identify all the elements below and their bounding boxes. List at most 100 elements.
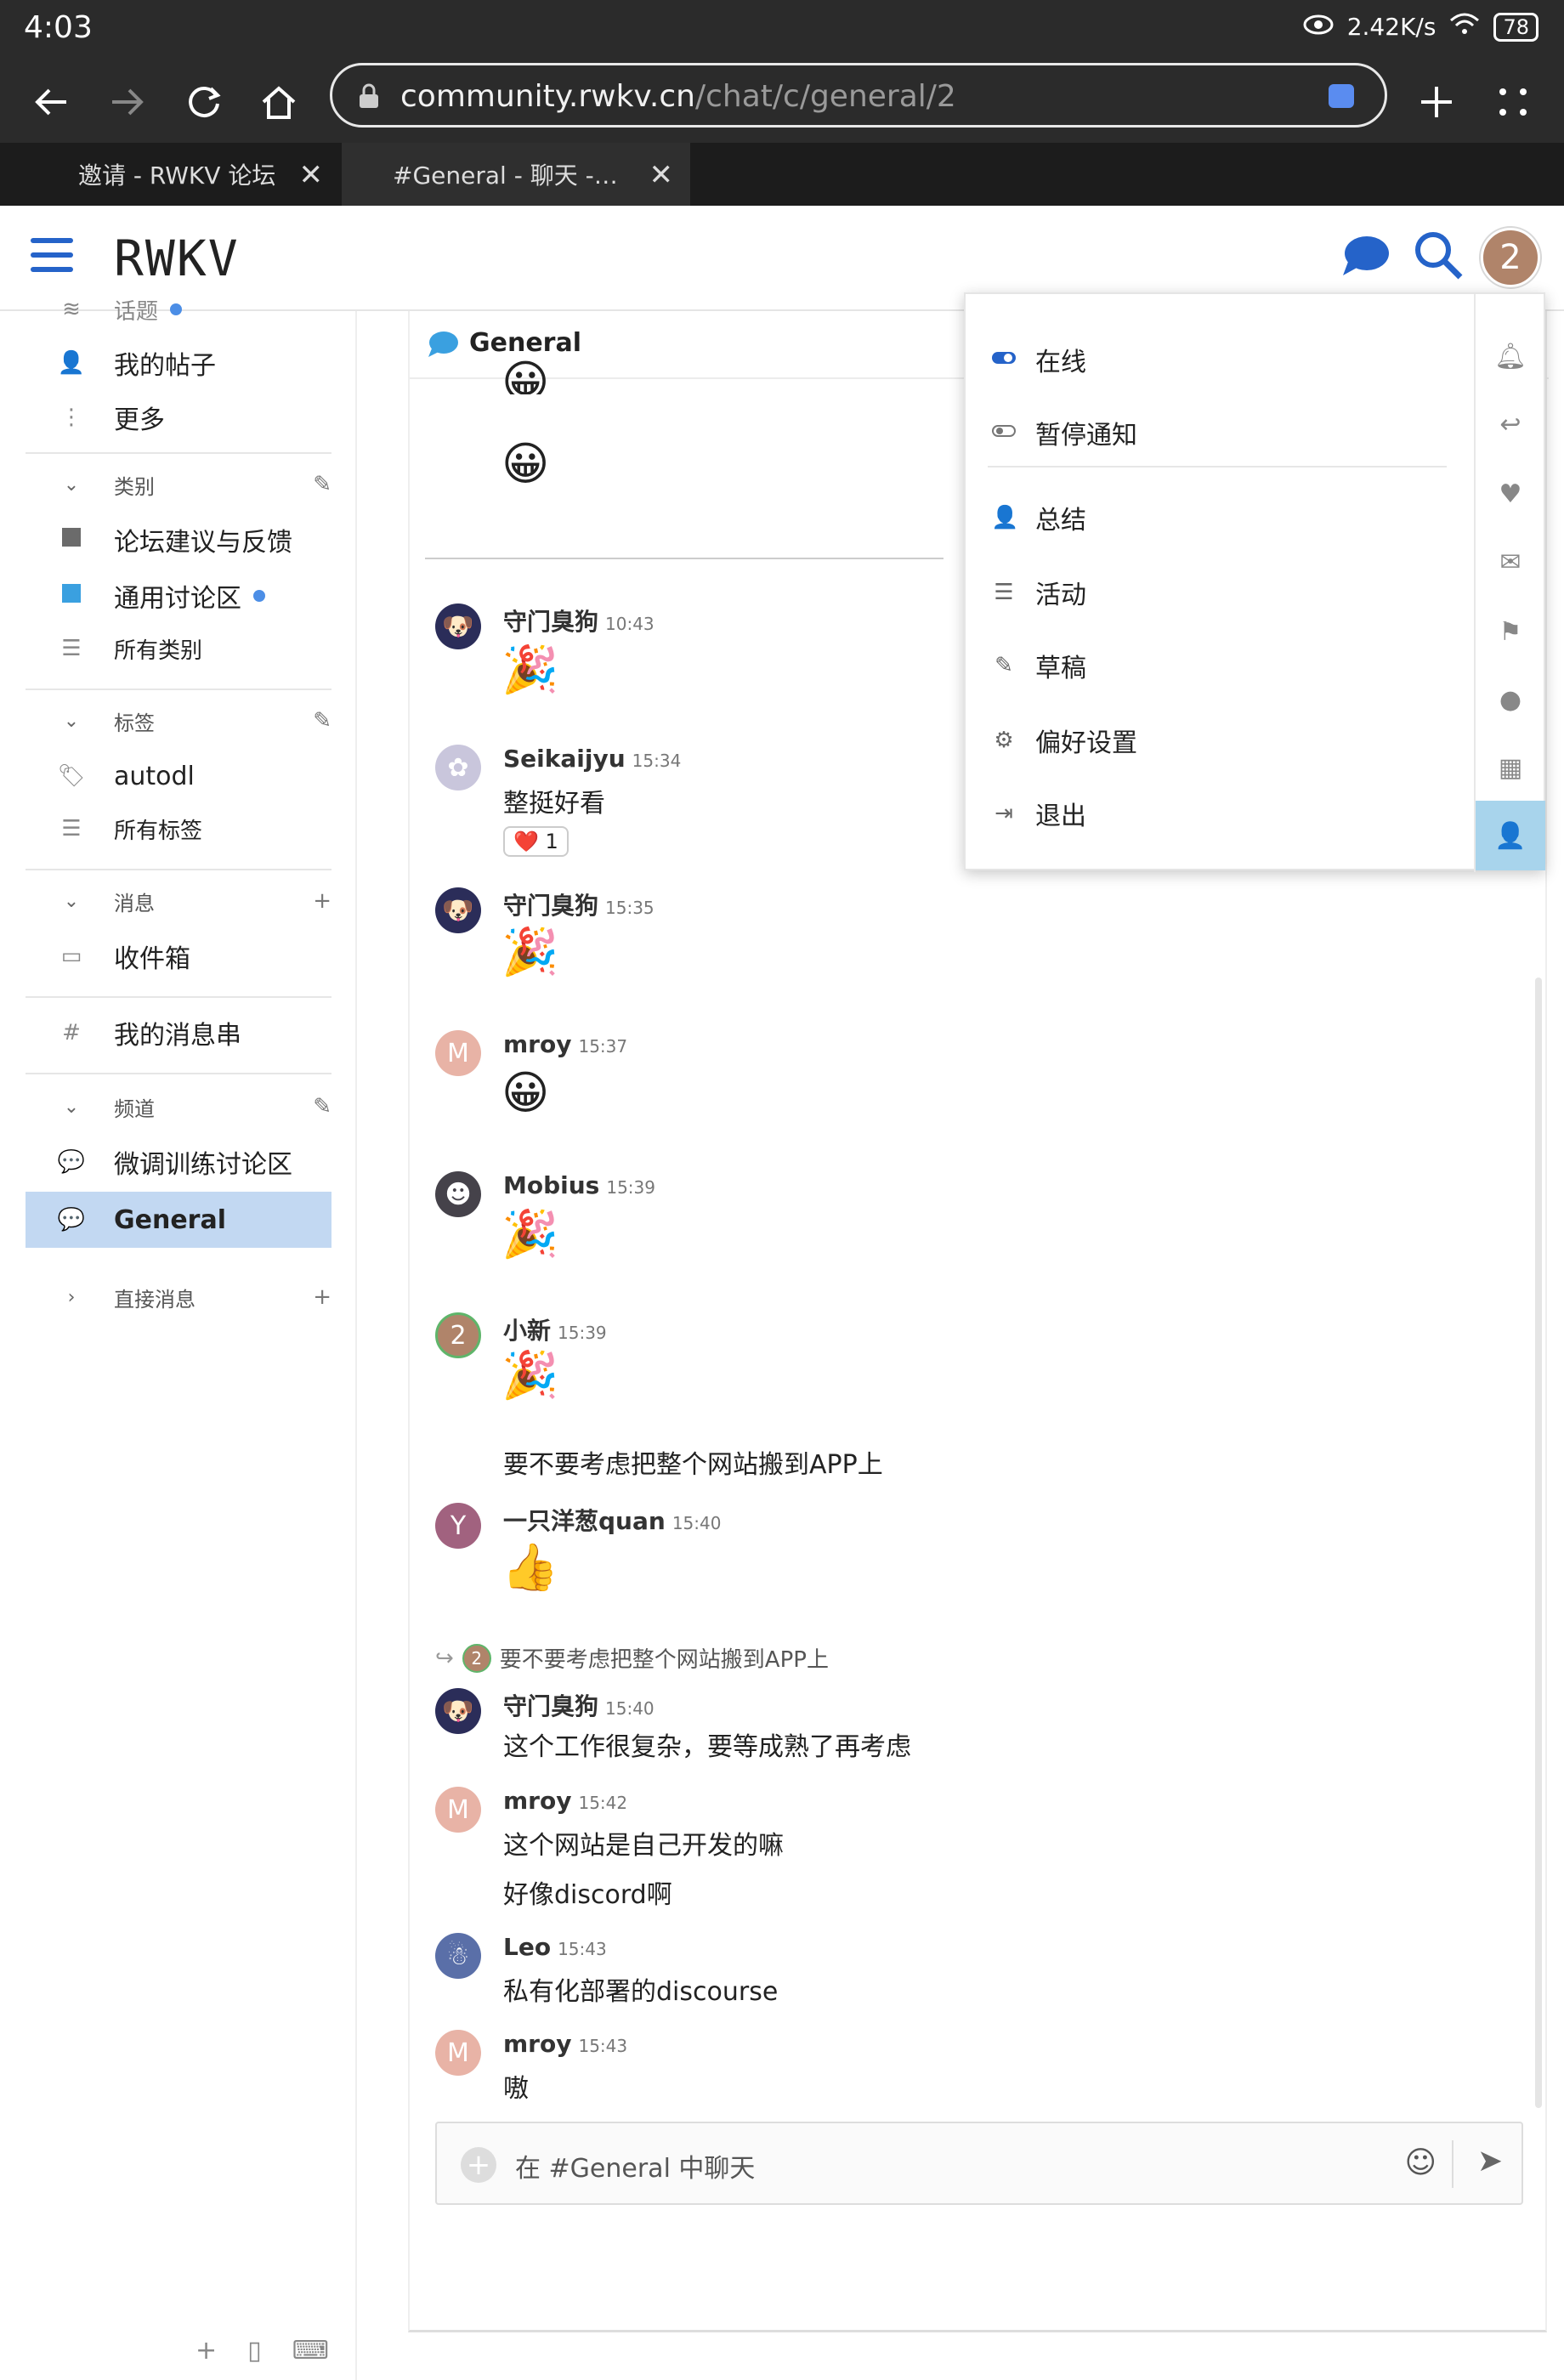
menu-item-drafts[interactable]: ✎ 草稿 (991, 636, 1450, 695)
menu-item-online[interactable]: 在线 (991, 330, 1450, 389)
reply-context[interactable]: ↪ 2 要不要考虑把整个网站搬到APP上 (435, 1642, 829, 1674)
new-tab-icon[interactable] (1409, 75, 1464, 129)
close-icon[interactable]: ✕ (649, 158, 674, 192)
list-icon: ☰ (61, 636, 82, 661)
plus-icon[interactable]: + (461, 2147, 496, 2183)
plus-icon[interactable]: + (196, 2336, 217, 2366)
heart-icon[interactable]: ♥ (1476, 459, 1545, 529)
menu-item-label: 退出 (1035, 802, 1086, 831)
sidebar-item-all-tags[interactable]: ☰ 所有标签 (26, 802, 332, 855)
chat-composer[interactable]: + 在 #General 中聊天 ☺ ➤ (435, 2122, 1523, 2205)
pencil-icon[interactable]: ✎ (313, 472, 332, 497)
list-icon: ☰ (61, 816, 82, 842)
section-header-direct-messages[interactable]: › 直接消息 + (26, 1275, 332, 1319)
message-author[interactable]: 守门臭狗 (503, 608, 598, 636)
sidebar-item-inbox[interactable]: ▭ 收件箱 (26, 930, 332, 983)
chat-bubble-icon[interactable] (1341, 233, 1391, 284)
sidebar-item-tag-autodl[interactable]: 🏷 autodl (26, 750, 332, 802)
tabs-overview-icon[interactable] (1486, 75, 1540, 129)
avatar[interactable]: M (435, 1787, 481, 1833)
message-author[interactable]: 一只洋葱quan (503, 1507, 666, 1535)
message-author[interactable]: 守门臭狗 (503, 1692, 598, 1720)
hamburger-menu-icon[interactable] (31, 238, 73, 275)
send-icon[interactable]: ➤ (1477, 2144, 1503, 2179)
home-icon[interactable] (252, 75, 306, 129)
mobile-view-icon[interactable]: ▯ (247, 2336, 262, 2366)
message-author[interactable]: mroy (503, 1030, 571, 1058)
section-header-channels[interactable]: ⌄ 频道 ✎ (26, 1085, 332, 1129)
close-icon[interactable]: ✕ (299, 158, 324, 192)
avatar[interactable]: 2 (435, 1312, 481, 1358)
forward-icon[interactable] (100, 75, 155, 129)
avatar[interactable]: ✿ (435, 745, 481, 790)
ellipsis-vertical-icon: ⋮ (60, 405, 82, 430)
envelope-icon[interactable]: ✉ (1476, 527, 1545, 597)
sidebar-item-label: 我的帖子 (114, 351, 216, 381)
message-author[interactable]: mroy (503, 1787, 571, 1815)
date-divider (425, 558, 944, 559)
message-author[interactable]: Seikaijyu (503, 745, 626, 773)
scrollbar[interactable] (1535, 978, 1542, 2108)
avatar[interactable]: 🐶 (435, 887, 481, 933)
menu-item-preferences[interactable]: ⚙ 偏好设置 (991, 711, 1450, 770)
plus-icon[interactable]: + (313, 1284, 332, 1310)
message-author[interactable]: mroy (503, 2030, 571, 2058)
search-icon[interactable] (1413, 230, 1464, 284)
keyboard-icon[interactable]: ⌨ (292, 2336, 329, 2366)
sidebar-item-topics[interactable]: ≋ 话题 (26, 292, 332, 326)
browser-tab-general[interactable]: #General - 聊天 -… ✕ (342, 143, 690, 206)
avatar[interactable]: 🐶 (435, 1688, 481, 1734)
sidebar-item-channel-finetune[interactable]: 💬 微调训练讨论区 (26, 1136, 332, 1188)
sidebar-item-more[interactable]: ⋮ 更多 (26, 391, 332, 444)
sidebar-item-all-categories[interactable]: ☰ 所有类别 (26, 622, 332, 675)
chat-bubble-icon[interactable]: ● (1476, 665, 1545, 734)
address-bar[interactable]: community.rwkv.cn/chat/c/general/2 (330, 63, 1387, 128)
section-header-messages[interactable]: ⌄ 消息 + (26, 879, 332, 923)
toggle-on-icon (991, 347, 1017, 372)
user-avatar[interactable]: 2 (1481, 228, 1540, 287)
emoji-grinning: 😀 (502, 1066, 550, 1119)
menu-item-pause-notifications[interactable]: 暂停通知 (991, 403, 1450, 462)
user-profile-tab-icon[interactable]: 👤 (1476, 801, 1545, 870)
section-header-categories[interactable]: ⌄ 类别 ✎ (26, 462, 332, 507)
bell-icon[interactable]: 🔔︎ (1476, 321, 1545, 391)
menu-item-logout[interactable]: ⇥ 退出 (991, 784, 1450, 843)
url-path: /chat/c/general/2 (694, 79, 956, 114)
reload-icon[interactable] (177, 75, 231, 129)
avatar[interactable]: ☃ (435, 1933, 481, 1979)
avatar[interactable]: 🐶 (435, 604, 481, 649)
network-speed: 2.42K/s (1346, 13, 1436, 41)
badges-icon[interactable]: ▦ (1476, 733, 1545, 802)
bookmark-icon[interactable]: ⚑ (1476, 597, 1545, 666)
reply-icon[interactable]: ↩ (1476, 389, 1545, 459)
reaction-heart[interactable]: ❤️ 1 (503, 826, 569, 857)
site-logo[interactable]: RWKV (114, 230, 240, 287)
pencil-icon[interactable]: ✎ (313, 1094, 332, 1119)
extension-icon[interactable] (1329, 84, 1354, 108)
plus-icon[interactable]: + (313, 888, 332, 914)
sidebar-item-label: 论坛建议与反馈 (114, 528, 292, 558)
message-author[interactable]: Leo (503, 1933, 551, 1961)
avatar[interactable]: M (435, 2030, 481, 2076)
section-header-tags[interactable]: ⌄ 标签 ✎ (26, 699, 332, 743)
sidebar-item-channel-general[interactable]: 💬 General (26, 1192, 332, 1248)
sidebar-item-general-discussion[interactable]: 通用讨论区 (26, 570, 332, 622)
back-icon[interactable] (24, 75, 78, 129)
message-author[interactable]: 小新 (503, 1317, 551, 1345)
chat-bubble-icon: 💬 (57, 1149, 86, 1175)
sidebar-item-my-posts[interactable]: 👤 我的帖子 (26, 337, 332, 389)
menu-item-summary[interactable]: 👤 总结 (991, 488, 1450, 547)
composer-input[interactable]: 在 #General 中聊天 (515, 2147, 755, 2184)
message-author[interactable]: Mobius (503, 1171, 599, 1199)
pencil-icon[interactable]: ✎ (313, 708, 332, 734)
browser-tab-invite[interactable]: 邀请 - RWKV 论坛 ✕ (27, 143, 340, 206)
avatar[interactable]: M (435, 1030, 481, 1076)
message-author[interactable]: 守门臭狗 (503, 892, 598, 920)
avatar[interactable]: ☻ (435, 1171, 481, 1217)
emoji-picker-icon[interactable]: ☺ (1404, 2145, 1436, 2180)
avatar[interactable]: Y (435, 1503, 481, 1549)
emoji-grinning: 😀 (502, 355, 550, 394)
sidebar-item-feedback[interactable]: 论坛建议与反馈 (26, 513, 332, 566)
sidebar-item-my-threads[interactable]: # 我的消息串 (26, 1006, 332, 1059)
menu-item-activity[interactable]: ☰ 活动 (991, 563, 1450, 622)
